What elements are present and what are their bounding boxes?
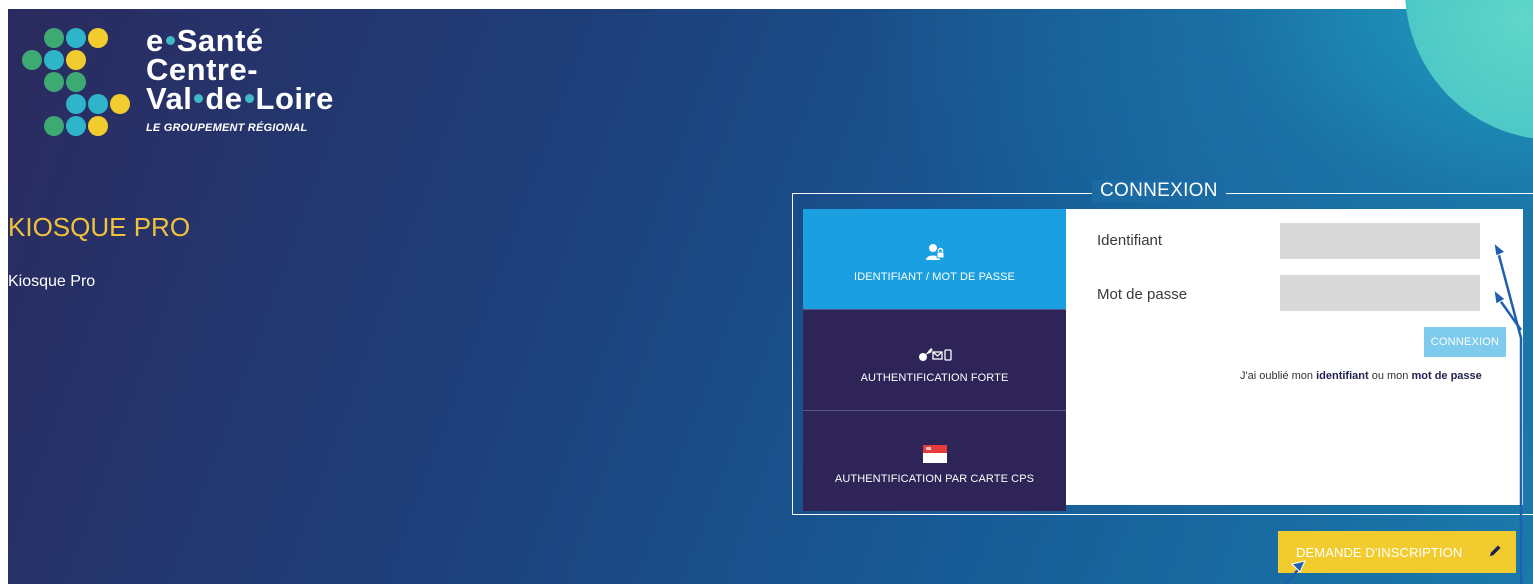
forgot-password-link[interactable]: mot de passe: [1411, 370, 1481, 382]
forgot-prefix: J'ai oublié mon: [1240, 370, 1317, 382]
logo-dot: [66, 28, 86, 48]
identifiant-label: Identifiant: [1097, 232, 1163, 249]
page-title: KIOSQUE PRO: [8, 212, 191, 242]
tab-carte-cps[interactable]: AUTHENTIFICATION PAR CARTE CPS: [803, 411, 1066, 511]
cps-card-icon: [922, 437, 947, 463]
demande-inscription-label: DEMANDE D'INSCRIPTION: [1296, 544, 1463, 560]
logo-dot: [44, 50, 64, 70]
tab-identifiant-password[interactable]: IDENTIFIANT / MOT DE PASSE: [803, 209, 1078, 309]
key-mail-phone-icon: [918, 336, 952, 362]
identifiant-input[interactable]: [1280, 223, 1480, 259]
page-background: e Santé Centre- Val de Loire LE GROUPEMENT …: [0, 0, 1533, 584]
logo-dot: [44, 28, 64, 48]
logo-line-1: e Santé: [146, 25, 334, 56]
logo-dot: [66, 116, 86, 136]
tab-label: IDENTIFIANT / MOT DE PASSE: [854, 271, 1015, 283]
logo-dot: [66, 50, 86, 70]
logo-subtitle: LE GROUPEMENT RÉGIONAL: [146, 122, 308, 134]
forgot-middle: ou mon: [1368, 370, 1412, 382]
logo-line-3: Val de Loire: [146, 81, 334, 116]
demande-inscription-button[interactable]: DEMANDE D'INSCRIPTION: [1278, 531, 1516, 573]
logo-dot: [66, 72, 86, 92]
tab-label: AUTHENTIFICATION PAR CARTE CPS: [834, 473, 1035, 485]
pencil-icon: [1488, 544, 1502, 561]
logo-dot: [88, 116, 108, 136]
connexion-button[interactable]: CONNEXION: [1424, 327, 1506, 357]
logo-dot: [44, 116, 64, 136]
decorative-circle: [1405, 0, 1533, 140]
tab-label: AUTHENTIFICATION FORTE: [860, 372, 1009, 384]
logo-dot: [66, 94, 86, 114]
password-input[interactable]: [1280, 275, 1480, 311]
brand-logo[interactable]: e Santé Centre- Val de Loire LE GROUPEMENT …: [20, 25, 350, 156]
logo-line-2: Centre-: [146, 52, 259, 87]
forgot-credentials-text: J'ai oublié mon identifiant ou mon mot d…: [1240, 370, 1482, 382]
user-lock-icon: [925, 235, 945, 261]
logo-dot: [88, 28, 108, 48]
logo-word-de: de: [205, 81, 243, 116]
page-subtitle: Kiosque Pro: [8, 273, 96, 290]
login-form: Identifiant Mot de passe CONNEXION J'ai …: [1066, 209, 1523, 505]
logo-dot: [44, 72, 64, 92]
password-label: Mot de passe: [1097, 286, 1188, 303]
logo-dot: [22, 50, 42, 70]
tab-authentification-forte[interactable]: AUTHENTIFICATION FORTE: [803, 310, 1066, 410]
logo-wordmark: e Santé Centre- Val de Loire LE GROUPEMENT …: [146, 25, 334, 134]
logo-word-val: Val: [146, 81, 193, 116]
login-legend: CONNEXION: [1092, 180, 1226, 202]
forgot-identifiant-link[interactable]: identifiant: [1316, 370, 1369, 382]
logo-dot: [110, 94, 130, 114]
logo-word-loire: Loire: [255, 81, 334, 116]
top-strip: [0, 0, 1533, 9]
logo-dot: [88, 94, 108, 114]
left-strip: [0, 0, 8, 584]
auth-method-tabs: IDENTIFIANT / MOT DE PASSE AUTHENTIFICAT…: [803, 209, 1078, 511]
